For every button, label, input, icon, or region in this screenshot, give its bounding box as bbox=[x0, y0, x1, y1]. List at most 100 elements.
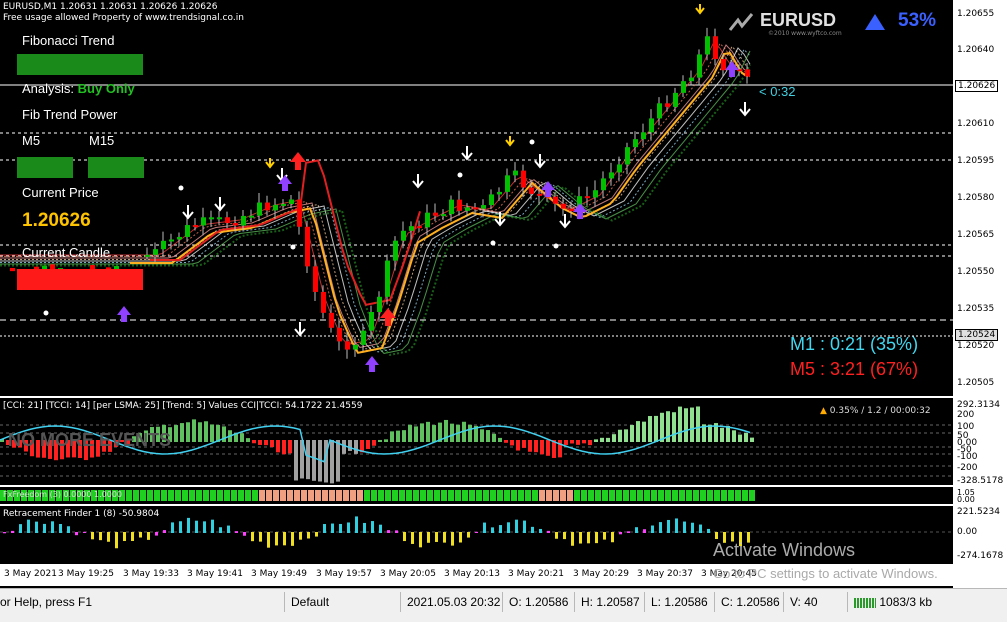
signal-dot bbox=[553, 243, 559, 249]
retracement-bar bbox=[219, 527, 222, 533]
strip-cell bbox=[483, 490, 489, 501]
retracement-bar bbox=[395, 530, 398, 533]
retracement-bar bbox=[411, 532, 414, 544]
price-tick: 1.20550 bbox=[957, 267, 995, 277]
strip-cell bbox=[588, 490, 594, 501]
strip-cell bbox=[644, 490, 650, 501]
retracement-bar bbox=[483, 522, 486, 533]
candle-body bbox=[273, 204, 278, 211]
cci-panel-title: [CCI: 21] [TCCI: 14] [per LSMA: 25] [Tre… bbox=[3, 401, 363, 411]
retracement-bar bbox=[123, 532, 126, 542]
strip-cell bbox=[259, 490, 265, 501]
strip-cell bbox=[595, 490, 601, 501]
strip-cell bbox=[490, 490, 496, 501]
retracement-bar bbox=[187, 517, 190, 533]
strip-cell bbox=[686, 490, 692, 501]
price-axis[interactable]: 1.20655 1.20640 1.20626 1.20610 1.20595 … bbox=[953, 0, 1007, 588]
strip-cell bbox=[504, 490, 510, 501]
candle-body bbox=[457, 199, 462, 211]
signal-dot bbox=[529, 139, 535, 145]
cci-panel[interactable]: [CCI: 21] [TCCI: 14] [per LSMA: 25] [Tre… bbox=[0, 398, 953, 485]
cci-bar bbox=[288, 440, 292, 454]
retracement-bar bbox=[443, 532, 446, 543]
retracement-bar bbox=[435, 532, 438, 542]
strip-cell bbox=[560, 490, 566, 501]
strip-cell bbox=[609, 490, 615, 501]
yellow-arrow-icon bbox=[505, 136, 515, 147]
main-chart[interactable]: EURUSD,M1 1.20631 1.20631 1.20626 1.2062… bbox=[0, 0, 953, 396]
connection-bars-icon bbox=[854, 597, 876, 608]
cci-bar bbox=[432, 425, 436, 442]
fxfreedom-panel[interactable]: FxFreedom (3) 0.0000 1.0000 bbox=[0, 487, 953, 504]
strip-cell bbox=[658, 490, 664, 501]
cci-bar bbox=[558, 440, 562, 458]
time-tick: 3 May 19:25 bbox=[58, 569, 114, 579]
candle-body bbox=[385, 260, 390, 297]
cci-bar bbox=[624, 429, 628, 442]
cci-bar bbox=[174, 425, 178, 442]
candle-body bbox=[289, 199, 294, 204]
cci-bar bbox=[480, 429, 484, 442]
retracement-bar bbox=[659, 522, 662, 533]
cci-bar bbox=[246, 438, 250, 442]
strip-cell bbox=[266, 490, 272, 501]
status-datetime: 2021.05.03 20:32 bbox=[400, 592, 500, 612]
candle-body bbox=[361, 330, 366, 345]
retracement-bar bbox=[555, 532, 558, 539]
candle-body bbox=[505, 175, 510, 192]
cci-bar bbox=[582, 440, 586, 444]
retracement-bar bbox=[611, 532, 614, 543]
candle-body bbox=[345, 341, 350, 350]
yellow-arrow-icon bbox=[695, 4, 705, 15]
retracement-bar bbox=[323, 524, 326, 533]
strip-cell bbox=[539, 490, 545, 501]
cci-bar bbox=[546, 440, 550, 456]
candle-body bbox=[249, 215, 254, 218]
cci-bar bbox=[654, 415, 658, 442]
m1-timer: M1 : 0:21 (35%) bbox=[790, 334, 919, 354]
cci-bar bbox=[618, 429, 622, 442]
retracement-bar bbox=[699, 524, 702, 533]
cci-bar bbox=[510, 440, 514, 446]
cci-bar bbox=[342, 440, 346, 454]
retracement-bar bbox=[163, 530, 166, 533]
cci-bar bbox=[252, 440, 256, 444]
analysis-label-text: Analysis: bbox=[22, 81, 75, 96]
candle-body bbox=[257, 202, 262, 216]
candle-body bbox=[713, 36, 718, 60]
status-profile[interactable]: Default bbox=[284, 592, 329, 612]
candle-body bbox=[241, 215, 246, 226]
status-help: or Help, press F1 bbox=[0, 595, 93, 609]
strip-cell bbox=[210, 490, 216, 501]
strip-cell bbox=[140, 490, 146, 501]
down-arrow-icon bbox=[182, 205, 194, 220]
strip-axis-tick: 0.00 bbox=[957, 495, 975, 504]
strip-cell bbox=[525, 490, 531, 501]
strip-cell bbox=[707, 490, 713, 501]
time-tick: 3 May 20:13 bbox=[444, 569, 500, 579]
candle-body bbox=[177, 236, 182, 240]
retracement-bar bbox=[107, 532, 110, 542]
warning-triangle-icon: ▲ bbox=[820, 406, 827, 416]
candle-body bbox=[161, 240, 166, 250]
retracement-bar bbox=[515, 519, 518, 533]
cci-bar bbox=[306, 440, 310, 480]
retracement-bar bbox=[35, 521, 38, 533]
cci-bar bbox=[660, 412, 664, 442]
candle-body bbox=[657, 103, 662, 119]
retracement-bar bbox=[3, 532, 6, 534]
up-arrow-icon bbox=[290, 152, 306, 170]
down-arrow-icon bbox=[559, 214, 571, 229]
strip-cell bbox=[532, 490, 538, 501]
retracement-bar bbox=[283, 532, 286, 546]
strip-cell bbox=[406, 490, 412, 501]
cci-bar bbox=[198, 422, 202, 442]
retracement-bar bbox=[99, 532, 102, 541]
candle-body bbox=[601, 178, 606, 191]
cci-bar bbox=[276, 440, 280, 453]
candle-body bbox=[209, 217, 214, 220]
strip-cell bbox=[336, 490, 342, 501]
cci-axis-tick: 292.3134 bbox=[957, 400, 1000, 410]
strip-cell bbox=[497, 490, 503, 501]
ma-line bbox=[0, 50, 751, 354]
